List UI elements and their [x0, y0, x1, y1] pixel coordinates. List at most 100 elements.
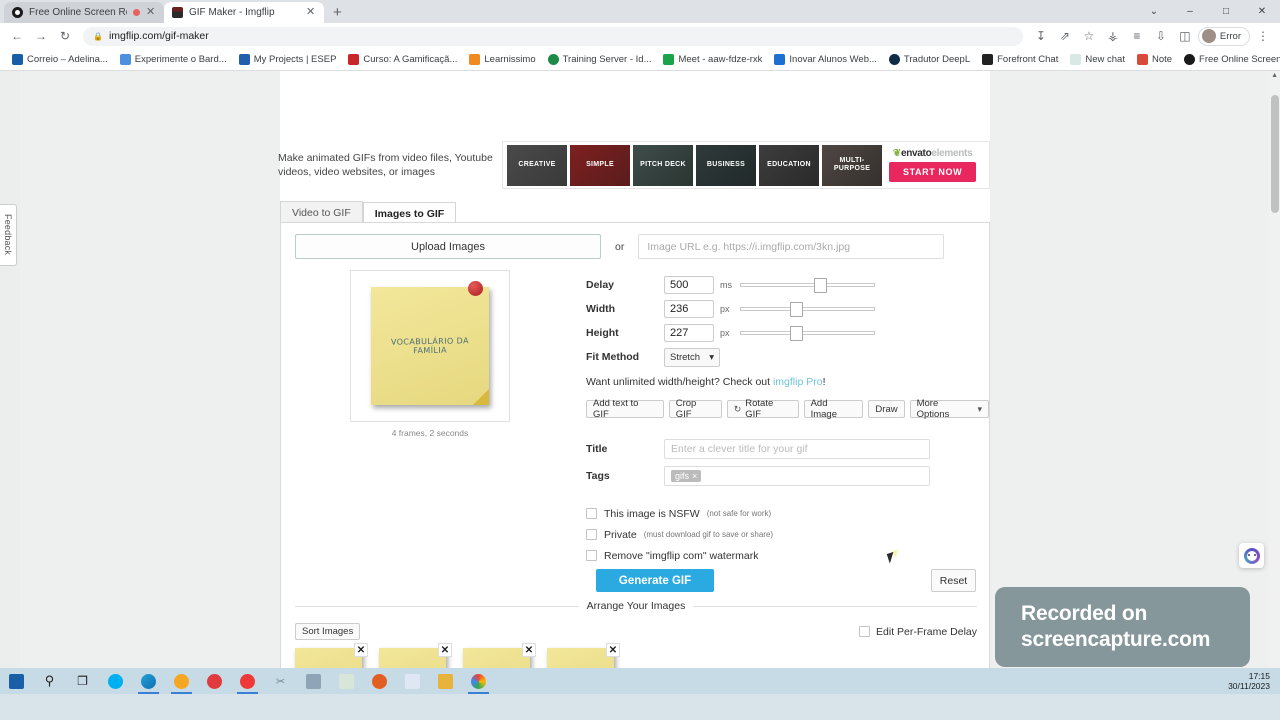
- address-bar[interactable]: 🔒 imgflip.com/gif-maker: [83, 26, 1023, 46]
- new-tab-button[interactable]: +: [324, 4, 351, 21]
- browser-tab-1[interactable]: GIF Maker - Imgflip ✕: [164, 2, 324, 23]
- start-button[interactable]: [0, 668, 33, 694]
- bookmark-item[interactable]: Note: [1131, 54, 1178, 65]
- bookmark-item[interactable]: Training Server - Id...: [542, 54, 658, 65]
- nsfw-checkbox[interactable]: [586, 508, 597, 519]
- upload-images-button[interactable]: Upload Images: [295, 234, 601, 259]
- search-icon[interactable]: ⚲: [33, 668, 66, 694]
- brave-icon[interactable]: [165, 668, 198, 694]
- add-image-button[interactable]: Add Image: [803, 398, 864, 420]
- more-options-button[interactable]: More Options ▾: [909, 398, 989, 420]
- excel-icon[interactable]: [330, 668, 363, 694]
- tag-chip[interactable]: gifs ×: [671, 470, 702, 482]
- bookmark-item[interactable]: Free Online Screen...: [1178, 54, 1280, 65]
- install-app-icon[interactable]: ↧: [1030, 25, 1052, 47]
- sticky-notes-icon[interactable]: [297, 668, 330, 694]
- skype-icon[interactable]: [99, 668, 132, 694]
- bookmark-item[interactable]: Inovar Alunos Web...: [768, 54, 883, 65]
- title-input[interactable]: Enter a clever title for your gif: [664, 439, 930, 459]
- width-input[interactable]: 236: [664, 300, 714, 318]
- taskbar-clock[interactable]: 17:15 30/11/2023: [1228, 671, 1280, 691]
- bookmark-item[interactable]: New chat: [1064, 54, 1131, 65]
- vivaldi-icon[interactable]: [231, 668, 264, 694]
- bookmark-item[interactable]: Experimente o Bard...: [114, 54, 233, 65]
- gif-preview[interactable]: VOCABULÁRIO DA FAMÍLIA: [350, 270, 510, 422]
- per-frame-delay-checkbox[interactable]: [859, 626, 871, 637]
- bookmark-item[interactable]: Tradutor DeepL: [883, 54, 976, 65]
- feedback-tab[interactable]: Feedback: [0, 204, 17, 266]
- sort-images-button[interactable]: Sort Images: [295, 623, 361, 640]
- explorer-icon[interactable]: [429, 668, 462, 694]
- ad-thumb[interactable]: SIMPLE: [570, 144, 630, 186]
- close-tab-icon[interactable]: ✕: [306, 7, 316, 18]
- browser-tab-0[interactable]: Free Online Screen Record ✕: [4, 2, 164, 23]
- back-icon[interactable]: ←: [6, 25, 28, 47]
- chrome-icon[interactable]: [462, 668, 495, 694]
- ad-cta-button[interactable]: START NOW: [889, 162, 977, 182]
- bookmark-item[interactable]: Forefront Chat: [976, 54, 1064, 65]
- remove-frame-icon[interactable]: ✕: [522, 643, 536, 657]
- chat-bot-widget[interactable]: [1239, 543, 1264, 568]
- close-tab-icon[interactable]: ✕: [146, 7, 156, 18]
- scroll-up-icon[interactable]: ▲: [1271, 72, 1278, 79]
- bookmark-item[interactable]: My Projects | ESEP: [233, 54, 343, 65]
- reset-button[interactable]: Reset: [931, 569, 976, 592]
- ad-thumb[interactable]: EDUCATION: [759, 144, 819, 186]
- edit-per-frame-delay-row[interactable]: Edit Per-Frame Delay: [859, 626, 977, 638]
- scrollbar-thumb[interactable]: [1271, 95, 1279, 213]
- bookmark-item[interactable]: Correio – Adelina...: [6, 54, 114, 65]
- reading-list-icon[interactable]: ≡: [1126, 25, 1148, 47]
- watermark-checkbox[interactable]: [586, 550, 597, 561]
- fit-method-select[interactable]: Stretch ▾: [664, 347, 720, 367]
- share-icon[interactable]: ⇗: [1054, 25, 1076, 47]
- delay-input[interactable]: 500: [664, 276, 714, 294]
- tab-search-icon[interactable]: ⌄: [1136, 6, 1172, 17]
- bookmark-star-icon[interactable]: ☆: [1078, 25, 1100, 47]
- bookmark-item[interactable]: Meet - aaw-fdze-rxk: [657, 54, 768, 65]
- height-input[interactable]: 227: [664, 324, 714, 342]
- word-icon[interactable]: [396, 668, 429, 694]
- minimize-button[interactable]: –: [1172, 6, 1208, 17]
- draw-button[interactable]: Draw: [868, 400, 905, 418]
- envato-ad-banner[interactable]: CREATIVE SIMPLE PITCH DECK BUSINESS EDUC…: [502, 141, 990, 189]
- ad-thumb[interactable]: MULTI-PURPOSE: [822, 144, 882, 186]
- close-window-button[interactable]: ✕: [1244, 6, 1280, 17]
- rotate-gif-button[interactable]: ↻ Rotate GIF: [726, 398, 799, 420]
- edge-icon[interactable]: [132, 668, 165, 694]
- tab-video-to-gif[interactable]: Video to GIF: [280, 201, 363, 224]
- ad-thumb[interactable]: CREATIVE: [507, 144, 567, 186]
- task-view-icon[interactable]: ❐: [66, 668, 99, 694]
- private-checkbox[interactable]: [586, 529, 597, 540]
- add-text-to-gif-button[interactable]: Add text to GIF: [586, 398, 664, 420]
- remove-frame-icon[interactable]: ✕: [438, 643, 452, 657]
- remove-frame-icon[interactable]: ✕: [606, 643, 620, 657]
- chrome-menu-icon[interactable]: ⋮: [1252, 25, 1274, 47]
- checkbox-row-nsfw[interactable]: This image is NSFW (not safe for work): [586, 503, 773, 524]
- profile-chip[interactable]: Error: [1197, 26, 1250, 46]
- crop-gif-button[interactable]: Crop GIF: [668, 398, 722, 420]
- tags-input[interactable]: gifs ×: [664, 466, 930, 486]
- imgflip-pro-link[interactable]: imgflip Pro: [773, 376, 823, 388]
- reload-icon[interactable]: ↻: [54, 25, 76, 47]
- slider-knob[interactable]: [814, 278, 828, 293]
- side-panel-icon[interactable]: ◫: [1174, 25, 1196, 47]
- forward-icon[interactable]: →: [30, 25, 52, 47]
- delay-slider[interactable]: [740, 278, 875, 293]
- generate-gif-button[interactable]: Generate GIF: [596, 569, 714, 592]
- remove-frame-icon[interactable]: ✕: [354, 643, 368, 657]
- opera-icon[interactable]: [198, 668, 231, 694]
- image-url-input[interactable]: Image URL e.g. https://i.imgflip.com/3kn…: [638, 234, 945, 259]
- slider-knob[interactable]: [790, 302, 804, 317]
- remove-tag-icon[interactable]: ×: [692, 471, 697, 481]
- extensions-icon[interactable]: ⚶: [1102, 25, 1124, 47]
- downloads-icon[interactable]: ⇩: [1150, 25, 1172, 47]
- width-slider[interactable]: [740, 302, 875, 317]
- bookmark-item[interactable]: Curso: A Gamificaçã...: [342, 54, 463, 65]
- bookmark-item[interactable]: Learnissimo: [463, 54, 541, 65]
- ad-thumb[interactable]: BUSINESS: [696, 144, 756, 186]
- checkbox-row-private[interactable]: Private (must download gif to save or sh…: [586, 524, 773, 545]
- maximize-button[interactable]: □: [1208, 6, 1244, 17]
- checkbox-row-watermark[interactable]: Remove "imgflip com" watermark: [586, 545, 773, 566]
- page-scrollbar[interactable]: ▲ ▼: [1269, 71, 1280, 694]
- height-slider[interactable]: [740, 326, 875, 341]
